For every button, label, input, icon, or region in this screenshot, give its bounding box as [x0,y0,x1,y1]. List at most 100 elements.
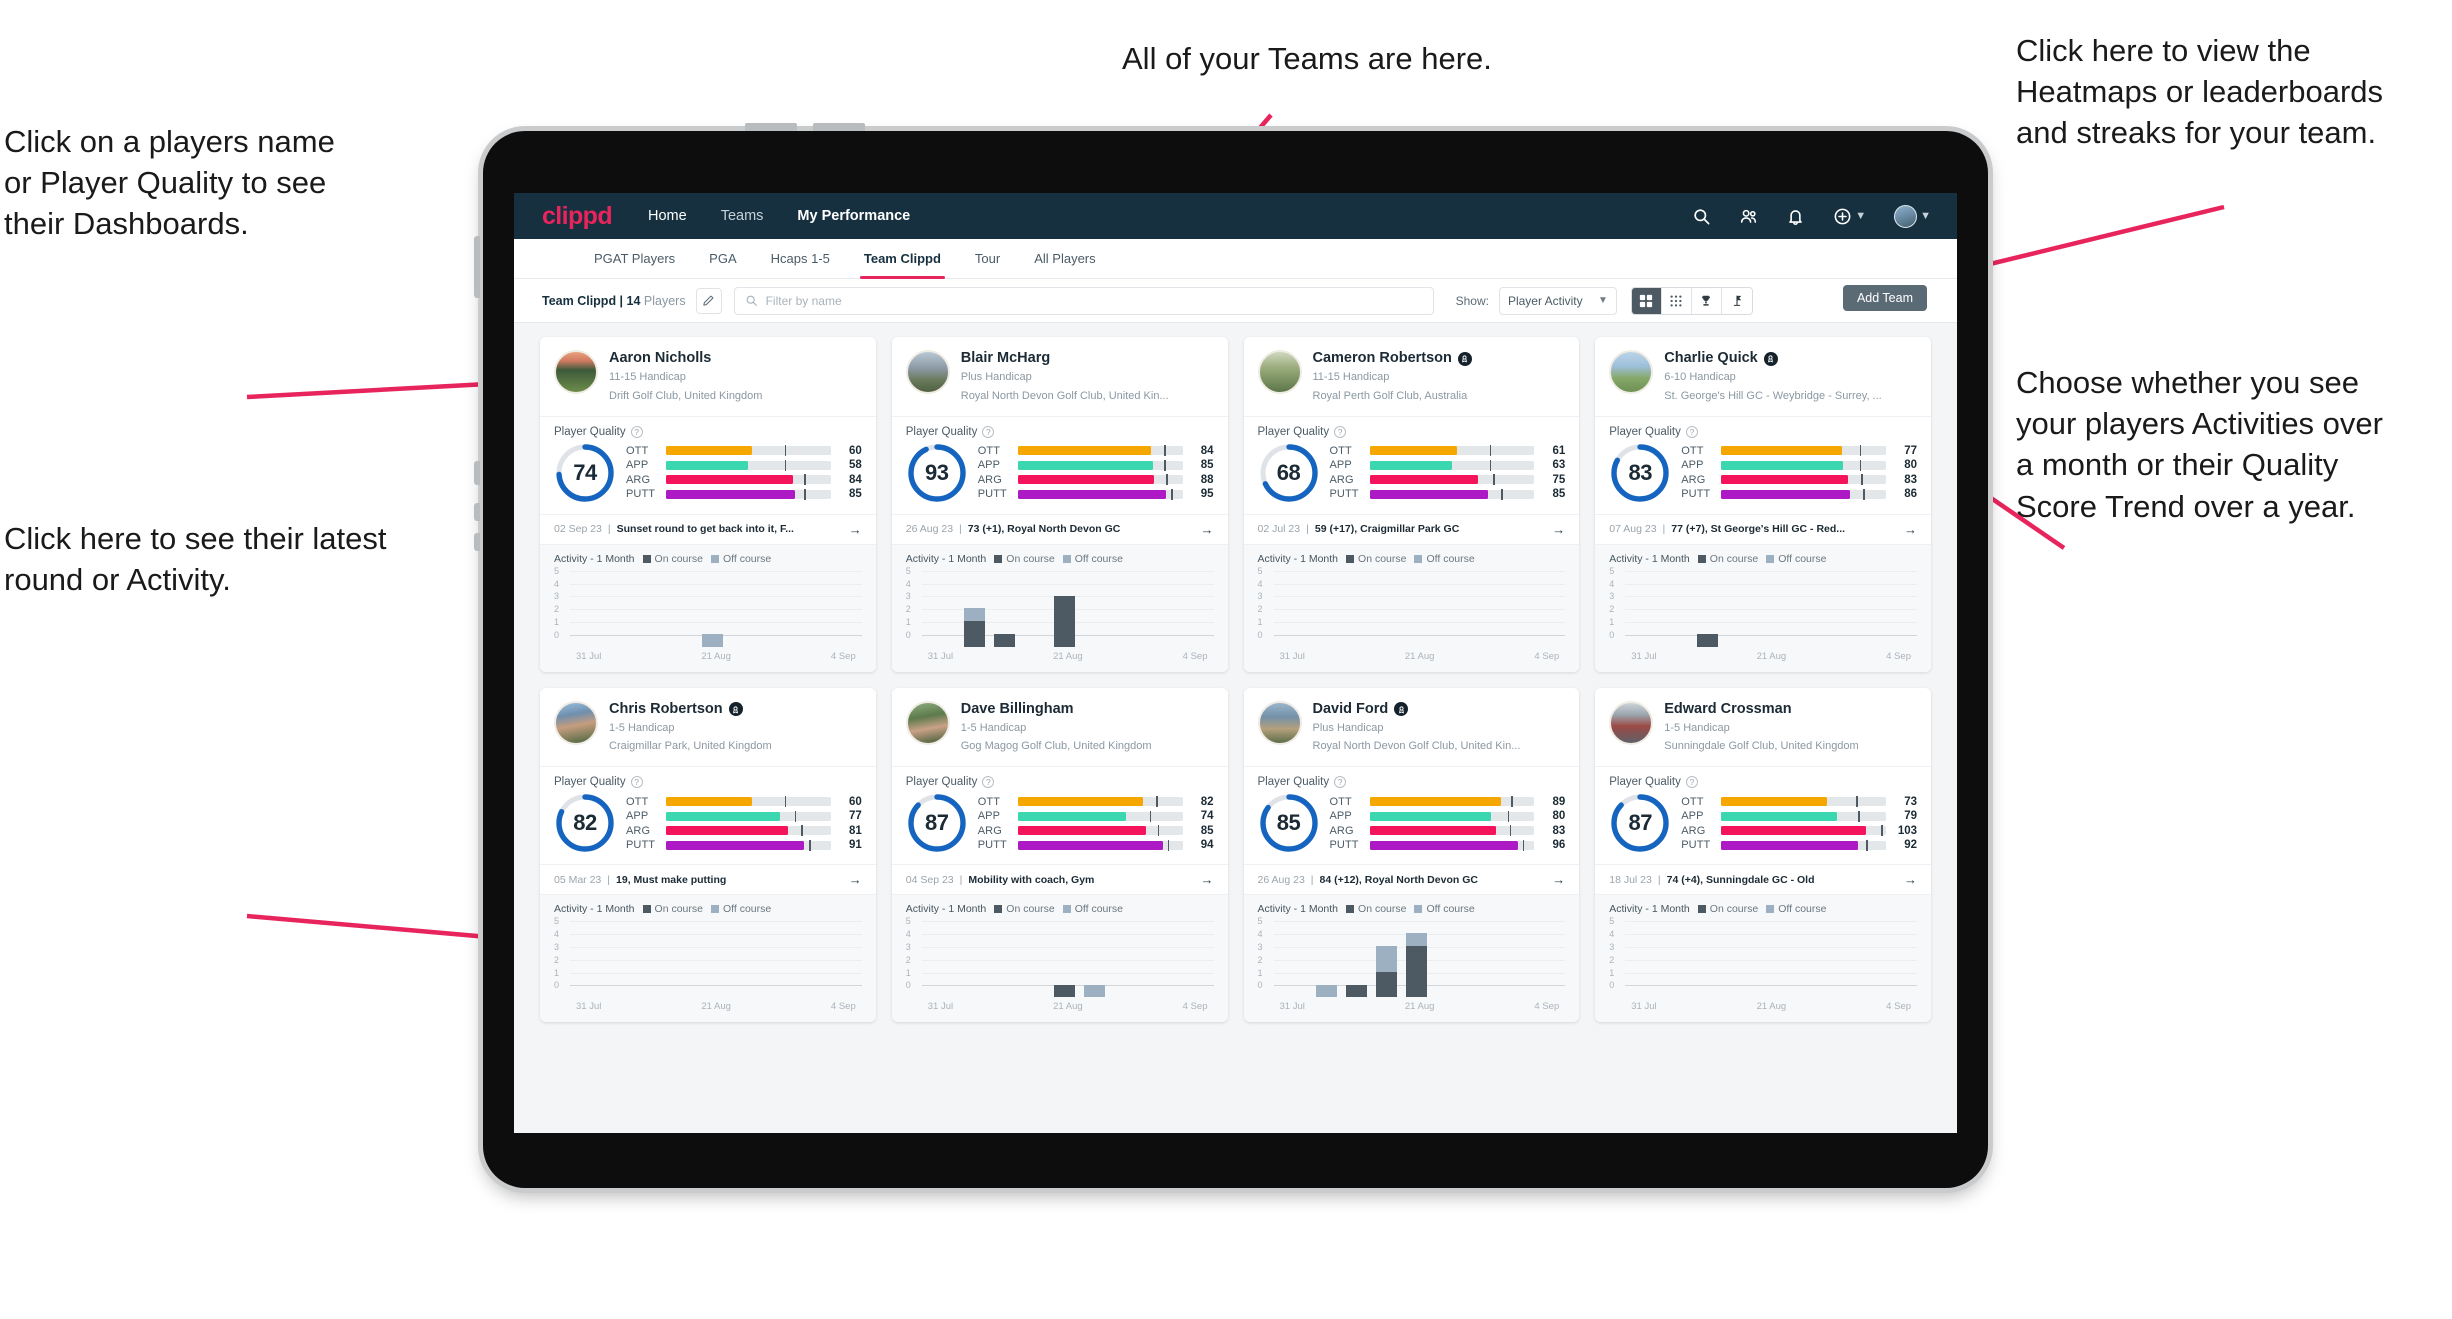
latest-round-row[interactable]: 02 Sep 23 | Sunset round to get back into … [540,513,876,544]
latest-round-row[interactable]: 18 Jul 23 | 74 (+4), Sunningdale GC - Old → [1595,864,1931,894]
player-card[interactable]: Edward Crossman 1-5 Handicap Sunningdale G… [1595,687,1931,1023]
player-header[interactable]: Cameron Robertson 11-15 Handicap Royal Per… [1244,337,1580,416]
arrow-right-icon[interactable]: → [843,522,862,537]
add-team-button[interactable]: Add Team [1842,285,1927,311]
player-header[interactable]: David Ford Plus Handicap Royal North Devon… [1244,688,1580,767]
player-card[interactable]: David Ford Plus Handicap Royal North Devon… [1243,687,1580,1023]
player-name-row[interactable]: Edward Crossman [1664,701,1858,718]
x-tick-label: 4 Sep [1534,1001,1560,1013]
help-icon[interactable]: ? [982,776,995,789]
arrow-right-icon[interactable]: → [1546,522,1565,537]
player-quality-section[interactable]: Player Quality? 85 OTT 89 APP 80 ARG 83 PUTT 96 [1243,766,1580,864]
player-name[interactable]: Aaron Nicholls [609,350,711,367]
player-avatar[interactable] [1609,700,1654,745]
tab-hcaps-1-5[interactable]: Hcaps 1-5 [771,239,830,279]
player-name-row[interactable]: Blair McHarg [961,350,1169,367]
trophy-icon[interactable] [1691,287,1722,314]
arrow-right-icon[interactable]: → [1195,522,1214,537]
profile-menu[interactable]: ▼ [1894,204,1931,228]
player-avatar[interactable] [1257,700,1302,745]
flag-icon[interactable] [1721,287,1752,314]
player-header[interactable]: Edward Crossman 1-5 Handicap Sunningdale G… [1595,688,1931,767]
plus-circle-icon[interactable] [1833,207,1852,226]
player-card[interactable]: Charlie Quick 6-10 Handicap St. George's H… [1595,337,1931,672]
player-quality-label: Player Quality [1609,776,1681,789]
player-name[interactable]: Edward Crossman [1664,701,1791,718]
clippd-logo[interactable]: clippd [542,202,613,231]
latest-round-row[interactable]: 04 Sep 23 | Mobility with coach, Gym → [891,864,1228,894]
avatar[interactable] [1894,204,1918,228]
arrow-right-icon[interactable]: → [843,872,862,887]
nav-item-my-performance[interactable]: My Performance [797,208,910,224]
help-icon[interactable]: ? [1334,425,1347,438]
tab-team-clippd[interactable]: Team Clippd [859,239,945,279]
player-quality-section[interactable]: Player Quality? 87 OTT 82 APP 74 ARG 85 PUTT 94 [891,766,1228,864]
player-name[interactable]: Blair McHarg [961,350,1050,367]
player-quality-section[interactable]: Player Quality? 68 OTT 61 APP 63 ARG 75 PUTT 85 [1243,415,1580,514]
player-avatar[interactable] [554,700,598,745]
nav-item-home[interactable]: Home [648,208,687,224]
latest-round-row[interactable]: 02 Jul 23 | 59 (+17), Craigmillar Park GC → [1243,513,1580,544]
player-card[interactable]: Cameron Robertson 11-15 Handicap Royal Per… [1243,337,1580,672]
player-name[interactable]: David Ford [1313,701,1389,718]
add-menu[interactable]: ▼ [1833,207,1866,226]
latest-round-row[interactable]: 26 Aug 23 | 84 (+12), Royal North Devon GC… [1243,864,1580,894]
player-header[interactable]: Dave Billingham 1-5 Handicap Gog Magog Gol… [892,688,1228,767]
edit-team-button[interactable] [695,287,722,314]
player-card[interactable]: Blair McHarg Plus Handicap Royal North Dev… [891,337,1228,672]
show-select[interactable]: Player Activity ▼ [1498,286,1617,315]
people-icon[interactable] [1739,207,1758,226]
player-avatar[interactable] [905,350,950,394]
player-avatar[interactable] [554,350,598,394]
bell-icon[interactable] [1786,207,1805,226]
player-name[interactable]: Chris Robertson [609,701,723,718]
arrow-right-icon[interactable]: → [1195,872,1214,887]
tab-pga[interactable]: PGA [709,239,736,279]
search-input[interactable]: Filter by name [733,286,1434,315]
help-icon[interactable]: ? [1685,425,1698,438]
metric-label: ARG [1681,473,1706,486]
help-icon[interactable]: ? [630,425,643,438]
player-quality-section[interactable]: Player Quality? 87 OTT 73 APP 79 ARG 103 PUTT 92 [1595,766,1931,864]
player-name[interactable]: Charlie Quick [1664,350,1757,367]
arrow-right-icon[interactable]: → [1898,872,1917,887]
help-icon[interactable]: ? [630,776,643,789]
player-name-row[interactable]: Cameron Robertson [1313,350,1472,367]
player-quality-section[interactable]: Player Quality? 93 OTT 84 APP 85 ARG 88 PUTT 95 [891,415,1228,514]
latest-round-row[interactable]: 26 Aug 23 | 73 (+1), Royal North Devon GC → [891,513,1228,544]
player-name-row[interactable]: Dave Billingham [961,701,1152,718]
tab-all-players[interactable]: All Players [1034,239,1095,279]
player-avatar[interactable] [1257,350,1302,394]
player-name[interactable]: Cameron Robertson [1313,350,1452,367]
latest-round-row[interactable]: 05 Mar 23 | 19, Must make putting → [540,864,876,894]
player-header[interactable]: Chris Robertson 1-5 Handicap Craigmillar P… [540,688,876,767]
player-header[interactable]: Charlie Quick 6-10 Handicap St. George's H… [1595,337,1931,416]
player-name-row[interactable]: Chris Robertson [609,701,772,718]
player-quality-section[interactable]: Player Quality? 83 OTT 77 APP 80 ARG 83 PUTT 86 [1595,415,1931,514]
arrow-right-icon[interactable]: → [1546,872,1565,887]
player-quality-section[interactable]: Player Quality? 74 OTT 60 APP 58 ARG 84 PUTT 85 [540,415,876,514]
player-name-row[interactable]: Aaron Nicholls [609,350,762,367]
grid-small-icon[interactable] [1661,287,1692,314]
player-name[interactable]: Dave Billingham [961,701,1074,718]
player-name-row[interactable]: Charlie Quick [1664,350,1881,367]
player-avatar[interactable] [905,700,950,745]
nav-item-teams[interactable]: Teams [721,208,764,224]
player-card[interactable]: Dave Billingham 1-5 Handicap Gog Magog Gol… [891,687,1228,1023]
latest-round-row[interactable]: 07 Aug 23 | 77 (+7), St George's Hill GC -… [1595,513,1931,544]
player-name-row[interactable]: David Ford [1313,701,1521,718]
arrow-right-icon[interactable]: → [1898,522,1917,537]
player-avatar[interactable] [1609,350,1654,394]
tab-tour[interactable]: Tour [975,239,1000,279]
help-icon[interactable]: ? [1685,776,1698,789]
player-header[interactable]: Aaron Nicholls 11-15 Handicap Drift Golf C… [540,337,876,416]
help-icon[interactable]: ? [982,425,995,438]
player-card[interactable]: Chris Robertson 1-5 Handicap Craigmillar P… [540,687,876,1023]
grid-large-icon[interactable] [1631,287,1662,314]
player-card[interactable]: Aaron Nicholls 11-15 Handicap Drift Golf C… [540,337,876,672]
player-quality-section[interactable]: Player Quality? 82 OTT 60 APP 77 ARG 81 PUTT 91 [540,766,876,864]
player-header[interactable]: Blair McHarg Plus Handicap Royal North Dev… [892,337,1228,416]
search-icon[interactable] [1692,207,1711,226]
tab-pgat-players[interactable]: PGAT Players [594,239,675,279]
help-icon[interactable]: ? [1334,776,1347,789]
